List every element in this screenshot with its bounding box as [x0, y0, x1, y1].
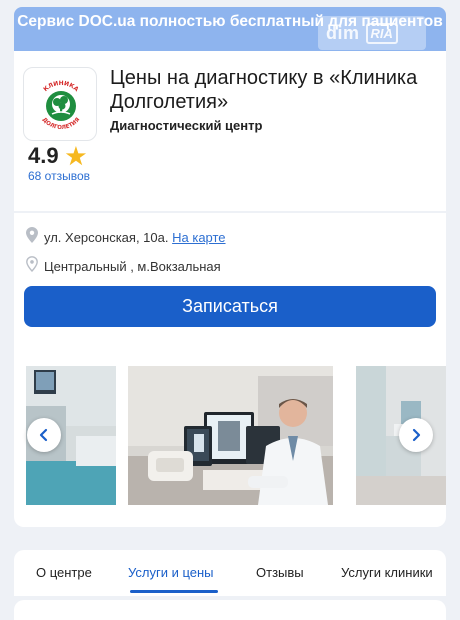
reviews-link[interactable]: 68 отзывов [28, 169, 90, 183]
address-text: ул. Херсонская, 10а. [44, 230, 169, 245]
gallery-photo-main[interactable] [128, 366, 333, 505]
map-link[interactable]: На карте [172, 230, 225, 245]
gallery-prev-button[interactable] [27, 418, 61, 452]
gallery-next-button[interactable] [399, 418, 433, 452]
watermark-ria: RIA [365, 22, 398, 44]
active-tab-indicator [130, 590, 218, 593]
rating-value: 4.9 [28, 143, 59, 168]
clinic-header-card: КЛИНИКА ДОЛГОЛЕТИЯ 4.9 ★ 68 отзывов Цены… [14, 51, 446, 211]
clinic-type: Диагностический центр [110, 118, 263, 133]
content-card [14, 600, 446, 620]
chevron-right-icon [412, 428, 421, 442]
watermark: dim RIA [318, 16, 426, 50]
chevron-left-icon [39, 428, 48, 442]
book-appointment-button[interactable]: Записаться [24, 286, 436, 327]
address: ул. Херсонская, 10а. На карте [44, 230, 226, 245]
metro-station: Центральный , м.Вокзальная [44, 259, 221, 274]
tab-clinic-services[interactable]: Услуги клиники [341, 565, 433, 580]
watermark-dim: dim [326, 22, 360, 43]
clinic-info-card: ул. Херсонская, 10а. На карте Центральны… [14, 213, 446, 527]
location-pin-icon [26, 227, 38, 243]
tab-about[interactable]: О центре [36, 565, 92, 580]
tabs-bar: О центре Услуги и цены Отзывы Услуги кли… [14, 550, 446, 596]
page-title: Цены на диагностику в «Клиника Долголети… [110, 67, 418, 113]
clinic-logo: КЛИНИКА ДОЛГОЛЕТИЯ [23, 67, 97, 141]
tab-reviews[interactable]: Отзывы [256, 565, 304, 580]
doctor-at-workstation-photo [128, 366, 333, 505]
star-icon: ★ [65, 142, 87, 169]
clinic-logo-tree-icon: КЛИНИКА ДОЛГОЛЕТИЯ [41, 80, 82, 131]
book-appointment-label: Записаться [182, 296, 278, 316]
rating: 4.9 ★ [28, 143, 86, 169]
metro-pin-icon [26, 256, 38, 272]
tab-services-prices[interactable]: Услуги и цены [128, 565, 214, 580]
